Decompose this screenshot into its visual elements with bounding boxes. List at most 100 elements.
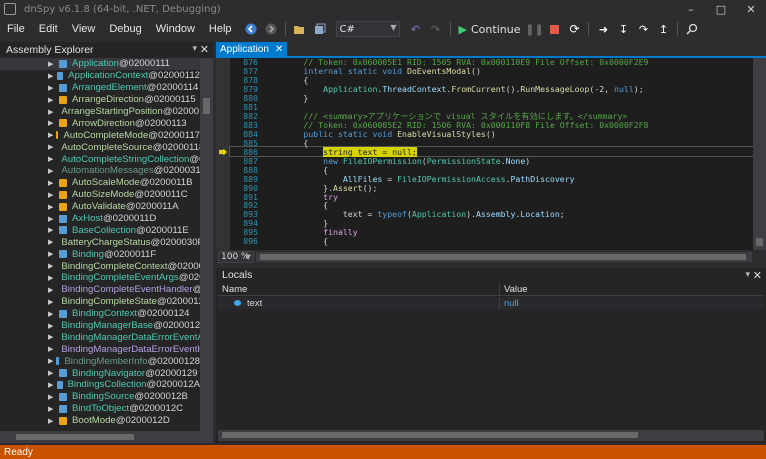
column-name[interactable]: Name [218, 284, 500, 295]
tree-item[interactable]: ▶ AutoCompleteStringCollection @02 [0, 153, 200, 165]
search-icon[interactable] [684, 21, 700, 37]
save-all-icon[interactable] [312, 21, 328, 37]
expand-arrow-icon[interactable]: ▶ [48, 417, 56, 425]
tree-item[interactable]: ▶ BindingNavigator @02000129 [0, 367, 200, 379]
explorer-horizontal-scrollbar[interactable] [0, 431, 213, 443]
tree-item[interactable]: ▶ ArrangeStartingPosition @0200011 [0, 106, 200, 118]
close-icon[interactable]: ✕ [275, 44, 283, 55]
tree-item[interactable]: ▶ BindingCompleteEventArgs @02000 [0, 272, 200, 284]
undo-icon[interactable]: ↶ [408, 21, 424, 37]
menu-window[interactable]: Window [149, 23, 202, 35]
tree-item[interactable]: ▶ ApplicationContext @02000112 [0, 70, 200, 82]
tree-item[interactable]: ▶ AutoCompleteSource @02000118 [0, 141, 200, 153]
expand-arrow-icon[interactable]: ▶ [48, 345, 53, 353]
language-select[interactable]: C# ▼ [335, 21, 400, 37]
tree-item[interactable]: ▶ AutoSizeMode @0200011C [0, 189, 200, 201]
expand-arrow-icon[interactable]: ▶ [48, 84, 56, 92]
expand-arrow-icon[interactable]: ▶ [48, 286, 53, 294]
minimize-button[interactable]: – [676, 0, 706, 18]
forward-icon[interactable] [263, 21, 279, 37]
expand-arrow-icon[interactable]: ▶ [48, 72, 54, 80]
code-line[interactable]: 884 public static void EnableVisualStyle… [230, 129, 753, 139]
step-into-icon[interactable]: ↧ [615, 21, 631, 37]
code-line[interactable]: 896 { [230, 236, 753, 246]
expand-arrow-icon[interactable]: ▶ [48, 298, 53, 306]
tree-item[interactable]: ▶ BootMode @0200012D [0, 415, 200, 427]
open-icon[interactable] [292, 21, 308, 37]
close-icon[interactable]: ✕ [753, 269, 762, 282]
editor-vertical-scrollbar[interactable] [753, 58, 766, 250]
tree-item[interactable]: ▶ BindingManagerBase @02000125 [0, 320, 200, 332]
expand-arrow-icon[interactable]: ▶ [48, 131, 53, 139]
expand-arrow-icon[interactable]: ▶ [48, 155, 53, 163]
tree-item[interactable]: ▶ BindingCompleteEventHandler @0 [0, 284, 200, 296]
tree-item[interactable]: ▶ AxHost @0200011D [0, 213, 200, 225]
stop-icon[interactable] [546, 21, 562, 37]
expand-arrow-icon[interactable]: ▶ [48, 262, 53, 270]
code-line[interactable]: 877 internal static void DoEventsModal() [230, 66, 753, 76]
redo-icon[interactable]: ↷ [428, 21, 444, 37]
close-icon[interactable]: ✕ [200, 43, 209, 56]
back-icon[interactable] [243, 21, 259, 37]
tree-item[interactable]: ▶ AutoScaleMode @0200011B [0, 177, 200, 189]
code-line[interactable]: 879 Application.ThreadContext.FromCurren… [230, 84, 753, 94]
expand-arrow-icon[interactable]: ▶ [48, 238, 53, 246]
expand-arrow-icon[interactable]: ▶ [48, 274, 53, 282]
restart-icon[interactable]: ⟳ [566, 21, 582, 37]
tree-item[interactable]: ▶ BindToObject @0200012C [0, 403, 200, 415]
expand-arrow-icon[interactable]: ▶ [48, 357, 53, 365]
close-button[interactable]: ✕ [736, 0, 766, 18]
tree-item[interactable]: ▶ Application @02000111 [0, 58, 200, 70]
menu-view[interactable]: View [65, 23, 103, 35]
expand-arrow-icon[interactable]: ▶ [48, 143, 53, 151]
tree-item[interactable]: ▶ BindingsCollection @0200012A [0, 379, 200, 391]
break-all-icon[interactable]: ❚❚ [525, 21, 543, 37]
expand-arrow-icon[interactable]: ▶ [48, 393, 56, 401]
expand-arrow-icon[interactable]: ▶ [48, 250, 56, 258]
expand-arrow-icon[interactable]: ▶ [48, 167, 53, 175]
tab-application[interactable]: Application ✕ [216, 42, 288, 56]
expand-arrow-icon[interactable]: ▶ [48, 381, 54, 389]
expand-arrow-icon[interactable]: ▶ [48, 60, 56, 68]
tree-item[interactable]: ▶ AutoValidate @0200011A [0, 201, 200, 213]
expand-arrow-icon[interactable]: ▶ [48, 179, 56, 187]
tree-item[interactable]: ▶ ArrangedElement @02000114 [0, 82, 200, 94]
editor-horizontal-scrollbar[interactable] [256, 252, 752, 262]
expand-arrow-icon[interactable]: ▶ [48, 405, 56, 413]
code-editor[interactable]: 876 // Token: 0x060005E1 RID: 1505 RVA: … [216, 58, 766, 250]
dropdown-icon[interactable]: ▾ [745, 269, 750, 280]
expand-arrow-icon[interactable]: ▶ [48, 215, 56, 223]
tree-item[interactable]: ▶ BindingSource @0200012B [0, 391, 200, 403]
show-next-statement-icon[interactable]: ➜ [595, 21, 611, 37]
expand-arrow-icon[interactable]: ▶ [48, 203, 56, 211]
column-value[interactable]: Value [500, 284, 528, 295]
expand-arrow-icon[interactable]: ▶ [48, 96, 56, 104]
tree-item[interactable]: ▶ BindingCompleteContext @0200011 [0, 260, 200, 272]
expand-arrow-icon[interactable]: ▶ [48, 119, 56, 127]
locals-horizontal-scrollbar[interactable] [218, 430, 764, 441]
tree-item[interactable]: ▶ BindingContext @02000124 [0, 308, 200, 320]
tree-item[interactable]: ▶ BindingManagerDataErrorEventHa [0, 343, 200, 355]
expand-arrow-icon[interactable]: ▶ [48, 322, 53, 330]
dropdown-icon[interactable]: ▾ [192, 43, 197, 54]
tree-item[interactable]: ▶ ArrowDirection @02000113 [0, 117, 200, 129]
tree-item[interactable]: ▶ BindingMemberInfo @02000128 [0, 355, 200, 367]
tree-item[interactable]: ▶ BatteryChargeStatus @0200030F [0, 236, 200, 248]
maximize-button[interactable]: □ [706, 0, 736, 18]
tree-item[interactable]: ▶ AutoCompleteMode @02000117 [0, 129, 200, 141]
step-out-icon[interactable]: ↥ [655, 21, 671, 37]
tree-item[interactable]: ▶ Binding @0200011F [0, 248, 200, 260]
tree-item[interactable]: ▶ BindingManagerDataErrorEventArg [0, 331, 200, 343]
menu-file[interactable]: File [0, 23, 32, 35]
expand-arrow-icon[interactable]: ▶ [48, 191, 56, 199]
step-over-icon[interactable]: ↷ [635, 21, 651, 37]
menu-help[interactable]: Help [202, 23, 239, 35]
tree-item[interactable]: ▶ BaseCollection @0200011E [0, 224, 200, 236]
explorer-vertical-scrollbar[interactable] [200, 58, 213, 431]
expand-arrow-icon[interactable]: ▶ [48, 369, 56, 377]
tree-item[interactable]: ▶ BindingCompleteState @02000123 [0, 296, 200, 308]
locals-row[interactable]: text null [218, 297, 764, 309]
zoom-select[interactable]: 100 % ▼ [218, 251, 254, 263]
tree-item[interactable]: ▶ AutomationMessages @0200031B [0, 165, 200, 177]
continue-button[interactable]: ▶ Continue [459, 23, 521, 36]
